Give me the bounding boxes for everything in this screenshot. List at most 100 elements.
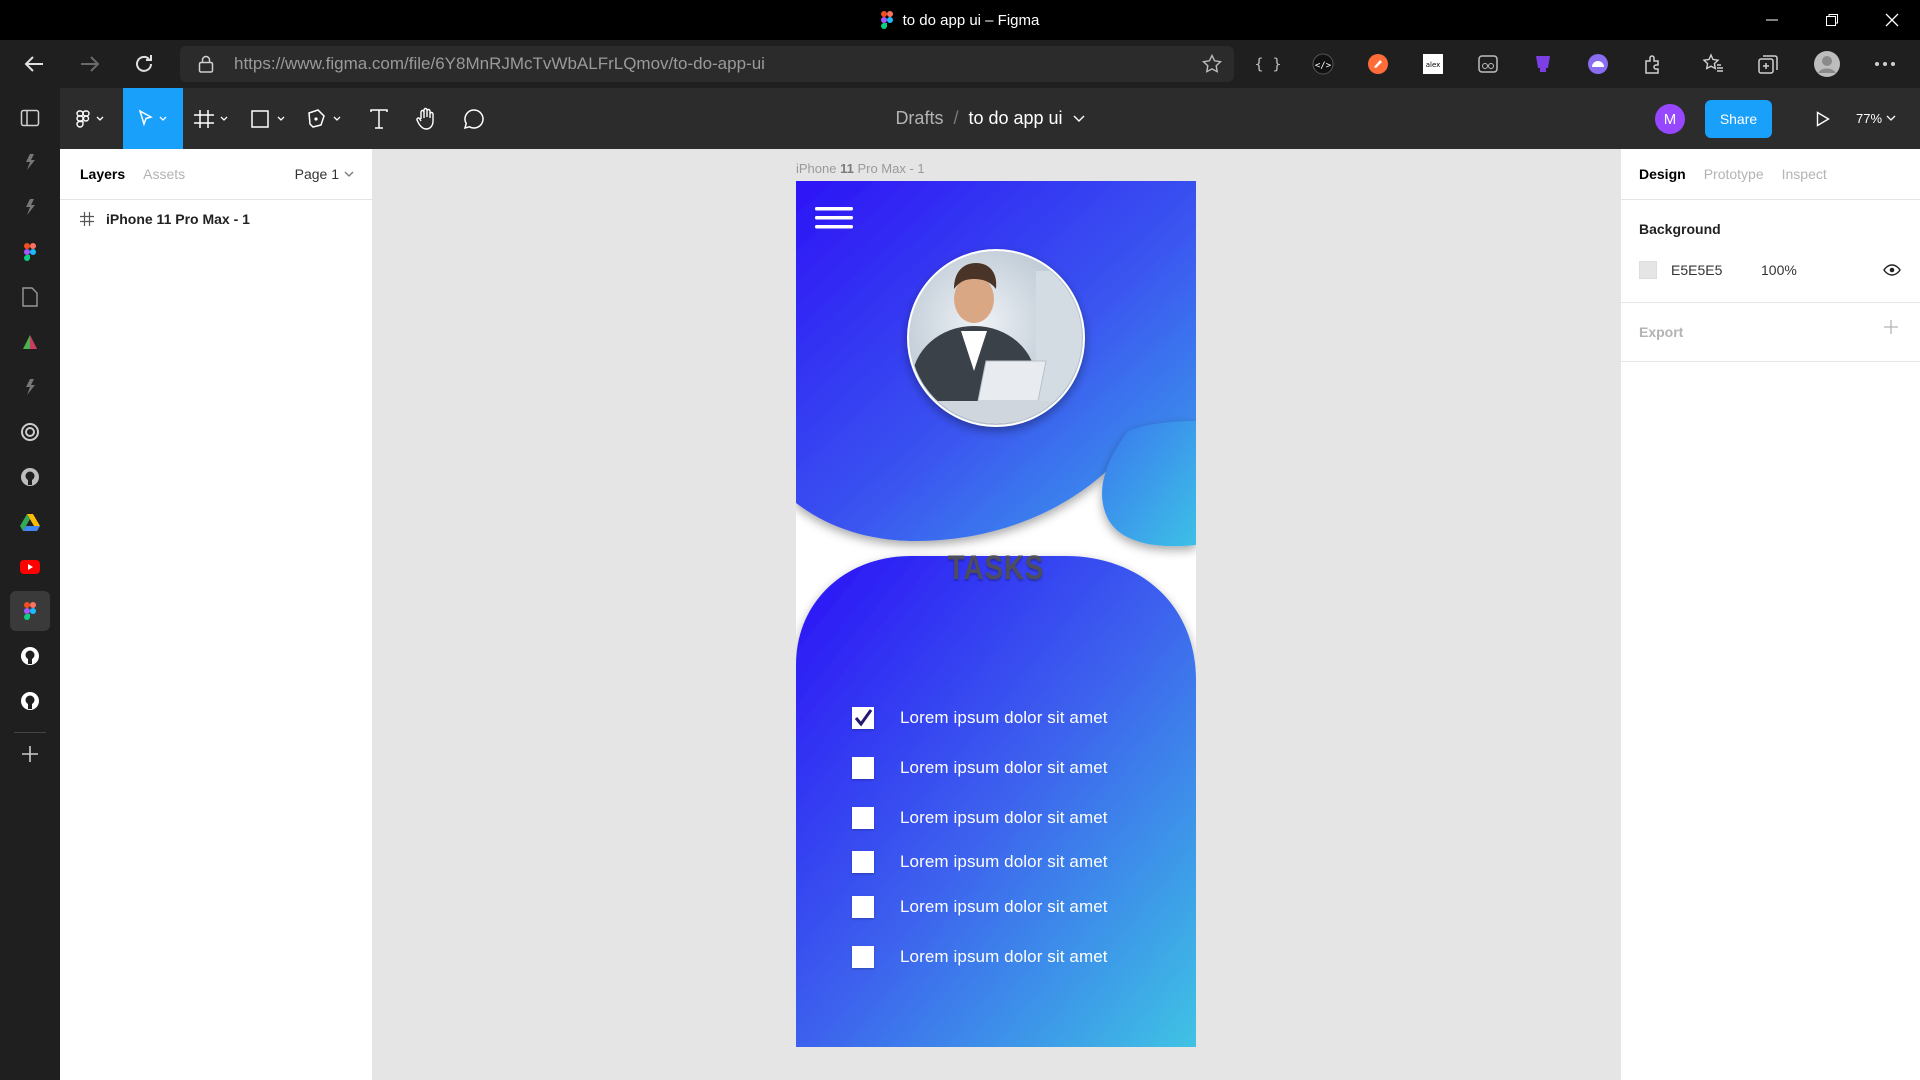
address-bar[interactable]: https://www.figma.com/file/6Y8MnRJMcTvWb… bbox=[180, 46, 1234, 82]
tab-assets[interactable]: Assets bbox=[143, 166, 185, 182]
background-color-swatch[interactable] bbox=[1639, 261, 1657, 279]
canvas[interactable]: iPhone 11 Pro Max - 1 TASKS Lorem ipsum … bbox=[373, 149, 1620, 1080]
chevron-down-icon[interactable] bbox=[1073, 115, 1085, 123]
postman-extension-icon[interactable] bbox=[1364, 50, 1392, 78]
page-name: Page 1 bbox=[294, 166, 339, 182]
tab-github-icon[interactable] bbox=[10, 636, 50, 676]
reload-icon bbox=[136, 55, 152, 72]
sidebar-divider bbox=[14, 732, 46, 733]
add-tab-plus-icon[interactable] bbox=[10, 734, 50, 774]
window-title-text: to do app ui – Figma bbox=[902, 11, 1040, 29]
frame-label-prefix: iPhone bbox=[796, 161, 841, 176]
minimize-button[interactable] bbox=[1744, 0, 1800, 40]
background-opacity-value[interactable]: 100% bbox=[1761, 261, 1797, 279]
present-button[interactable] bbox=[1808, 88, 1838, 149]
figma-toolbar: Drafts / to do app ui M Share 77% bbox=[60, 88, 1920, 149]
tab-design[interactable]: Design bbox=[1639, 166, 1686, 182]
background-hex-value[interactable]: E5E5E5 bbox=[1671, 261, 1722, 279]
restore-button[interactable] bbox=[1804, 0, 1860, 40]
share-button[interactable]: Share bbox=[1705, 100, 1772, 138]
profile-avatar-icon[interactable] bbox=[1813, 50, 1841, 78]
tab-document-icon[interactable] bbox=[10, 277, 50, 317]
window-title: to do app ui – Figma bbox=[0, 0, 1920, 40]
reload-button[interactable] bbox=[122, 40, 166, 88]
tab-google-drive-icon[interactable] bbox=[10, 502, 50, 542]
layer-item-label: iPhone 11 Pro Max - 1 bbox=[106, 211, 250, 227]
tab-inspect[interactable]: Inspect bbox=[1782, 166, 1827, 182]
layer-item-iphone-frame[interactable]: iPhone 11 Pro Max - 1 bbox=[80, 205, 250, 233]
tab-favicon-icon[interactable] bbox=[10, 367, 50, 407]
extension-square-icon[interactable]: alex bbox=[1419, 50, 1447, 78]
add-favorite-icon[interactable] bbox=[1201, 53, 1223, 79]
breadcrumb-drafts[interactable]: Drafts bbox=[895, 108, 943, 129]
tab-github-icon[interactable] bbox=[10, 681, 50, 721]
tab-actions-icon[interactable] bbox=[10, 98, 50, 138]
background-section-title: Background bbox=[1639, 221, 1721, 237]
export-section-title[interactable]: Export bbox=[1639, 324, 1683, 340]
frame-hash-icon bbox=[80, 212, 94, 226]
panel-divider bbox=[1621, 361, 1920, 362]
lock-icon bbox=[198, 55, 214, 78]
tab-favicon-icon[interactable] bbox=[10, 187, 50, 227]
task-checkbox[interactable] bbox=[852, 896, 874, 918]
shape-tool-button[interactable] bbox=[244, 88, 296, 149]
frame-label-bold: 11 bbox=[840, 161, 854, 176]
tab-layers[interactable]: Layers bbox=[80, 166, 125, 182]
vpn-extension-icon[interactable] bbox=[1584, 50, 1612, 78]
tab-figma-active-icon[interactable] bbox=[10, 591, 50, 631]
frame-label[interactable]: iPhone 11 Pro Max - 1 bbox=[796, 161, 925, 176]
cursor-icon bbox=[138, 108, 167, 126]
zoom-dropdown[interactable]: 77% bbox=[1856, 88, 1896, 149]
task-checkbox[interactable] bbox=[852, 807, 874, 829]
design-panel: Design Prototype Inspect Background E5E5… bbox=[1620, 149, 1920, 1080]
window-titlebar: to do app ui – Figma bbox=[0, 0, 1920, 40]
tab-github-icon[interactable] bbox=[10, 457, 50, 497]
purple-extension-icon[interactable] bbox=[1529, 50, 1557, 78]
tab-favicon-icon[interactable] bbox=[10, 142, 50, 182]
tab-prototype[interactable]: Prototype bbox=[1704, 166, 1764, 182]
hand-icon bbox=[416, 107, 434, 130]
back-button[interactable] bbox=[12, 40, 56, 88]
back-arrow-icon bbox=[24, 56, 43, 72]
forward-button[interactable] bbox=[68, 40, 112, 88]
comment-tool-button[interactable] bbox=[452, 88, 496, 149]
tab-colorful-icon[interactable] bbox=[10, 322, 50, 362]
frame-hash-icon bbox=[194, 109, 228, 128]
breadcrumb-file-name[interactable]: to do app ui bbox=[968, 108, 1062, 129]
task-checkbox[interactable] bbox=[852, 851, 874, 873]
task-label: Lorem ipsum dolor sit amet bbox=[900, 708, 1108, 727]
svg-text:alex: alex bbox=[1426, 61, 1441, 69]
screen-title: TASKS bbox=[947, 549, 1045, 587]
right-panel-tabs: Design Prototype Inspect bbox=[1639, 149, 1827, 199]
user-avatar[interactable]: M bbox=[1655, 104, 1685, 134]
reader-extension-icon[interactable] bbox=[1474, 50, 1502, 78]
iphone-frame[interactable]: TASKS Lorem ipsum dolor sit amet Lorem ip… bbox=[796, 181, 1196, 1047]
code-extension-icon[interactable]: </> bbox=[1309, 50, 1337, 78]
add-export-plus-icon[interactable] bbox=[1883, 319, 1899, 340]
tab-figma-icon[interactable] bbox=[10, 232, 50, 272]
json-extension-icon[interactable]: { } bbox=[1254, 50, 1282, 78]
task-checkbox[interactable] bbox=[852, 757, 874, 779]
hamburger-menu-icon bbox=[815, 207, 853, 229]
frame-tool-button[interactable] bbox=[188, 88, 238, 149]
panel-divider bbox=[1621, 199, 1920, 200]
move-tool-button[interactable] bbox=[123, 88, 183, 149]
hand-tool-button[interactable] bbox=[404, 88, 448, 149]
close-window-button[interactable] bbox=[1864, 0, 1920, 40]
main-menu-button[interactable] bbox=[60, 88, 122, 149]
text-tool-button[interactable] bbox=[358, 88, 400, 149]
eye-icon[interactable] bbox=[1883, 261, 1901, 284]
task-checkbox-checked[interactable] bbox=[852, 707, 874, 729]
extensions-puzzle-icon[interactable] bbox=[1639, 50, 1667, 78]
tab-circle-icon[interactable] bbox=[10, 412, 50, 452]
tab-youtube-icon[interactable] bbox=[10, 547, 50, 587]
pen-tool-button[interactable] bbox=[300, 88, 352, 149]
favorites-icon[interactable] bbox=[1699, 50, 1727, 78]
breadcrumb-separator: / bbox=[953, 108, 959, 128]
browser-menu-icon[interactable] bbox=[1871, 50, 1899, 78]
play-icon bbox=[1816, 110, 1830, 127]
task-checkbox[interactable] bbox=[852, 946, 874, 968]
page-selector[interactable]: Page 1 bbox=[295, 149, 354, 199]
collections-icon[interactable] bbox=[1754, 50, 1782, 78]
comment-bubble-icon bbox=[463, 108, 484, 129]
